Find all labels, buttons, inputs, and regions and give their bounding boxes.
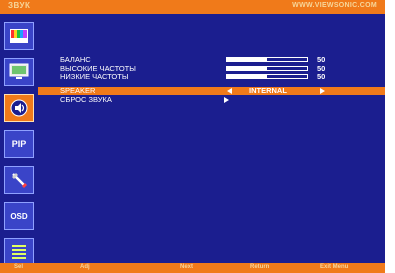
sidebar-item-audio[interactable] bbox=[4, 94, 34, 122]
submenu-arrow-icon bbox=[224, 97, 229, 103]
menu-item-label: SPEAKER bbox=[60, 86, 96, 95]
bass-slider[interactable] bbox=[226, 74, 308, 79]
osd-screen: ЗВУК WWW.VIEWSONIC.COM PIP OSD БАЛАНС 50… bbox=[0, 0, 385, 273]
menu-item-label: НИЗКИЕ ЧАСТОТЫ bbox=[60, 72, 129, 81]
menu-item-label: БАЛАНС bbox=[60, 55, 91, 64]
balance-slider[interactable] bbox=[226, 57, 308, 62]
balance-value: 50 bbox=[317, 55, 326, 64]
footer-next: Next bbox=[180, 264, 194, 270]
speaker-value: INTERNAL bbox=[249, 86, 287, 95]
menu-item-audio-reset[interactable]: СБРОС ЗВУКА bbox=[38, 95, 385, 104]
menu-item-bass[interactable]: НИЗКИЕ ЧАСТОТЫ 50 bbox=[38, 72, 385, 81]
color-bars-icon bbox=[10, 29, 28, 43]
page-margin bbox=[385, 0, 395, 273]
menu-item-balance[interactable]: БАЛАНС 50 bbox=[38, 55, 385, 64]
osd-icon: OSD bbox=[10, 211, 28, 221]
footer-exit: Exit Menu bbox=[320, 264, 349, 270]
audio-menu: БАЛАНС 50 ВЫСОКИЕ ЧАСТОТЫ 50 НИЗКИЕ ЧАСТ… bbox=[38, 14, 385, 263]
menu-item-speaker[interactable]: SPEAKER INTERNAL bbox=[38, 86, 385, 95]
list-icon bbox=[12, 245, 26, 259]
osd-header: ЗВУК WWW.VIEWSONIC.COM bbox=[0, 0, 385, 14]
sidebar-item-color[interactable] bbox=[4, 22, 34, 50]
monitor-icon bbox=[9, 63, 29, 79]
sidebar-item-pip[interactable]: PIP bbox=[4, 130, 34, 158]
footer-return: Return bbox=[250, 264, 270, 270]
sidebar-item-picture[interactable] bbox=[4, 58, 34, 86]
footer-adj: Adj bbox=[80, 264, 90, 270]
footer-sel: Sel bbox=[14, 264, 24, 270]
arrow-left-icon[interactable] bbox=[227, 88, 232, 94]
menu-item-label: СБРОС ЗВУКА bbox=[60, 95, 112, 104]
sidebar-item-setup[interactable] bbox=[4, 166, 34, 194]
osd-sidebar: PIP OSD bbox=[0, 14, 38, 266]
tools-icon bbox=[12, 173, 27, 188]
sidebar-item-osd[interactable]: OSD bbox=[4, 202, 34, 230]
arrow-right-icon[interactable] bbox=[320, 88, 325, 94]
bass-value: 50 bbox=[317, 72, 326, 81]
treble-slider[interactable] bbox=[226, 66, 308, 71]
osd-footer: Sel Adj Next Return Exit Menu bbox=[0, 263, 385, 273]
brand-url: WWW.VIEWSONIC.COM bbox=[292, 2, 377, 9]
speaker-icon bbox=[10, 99, 28, 117]
sidebar-item-misc[interactable] bbox=[4, 238, 34, 266]
pip-icon: PIP bbox=[11, 139, 27, 149]
menu-title: ЗВУК bbox=[8, 1, 31, 10]
